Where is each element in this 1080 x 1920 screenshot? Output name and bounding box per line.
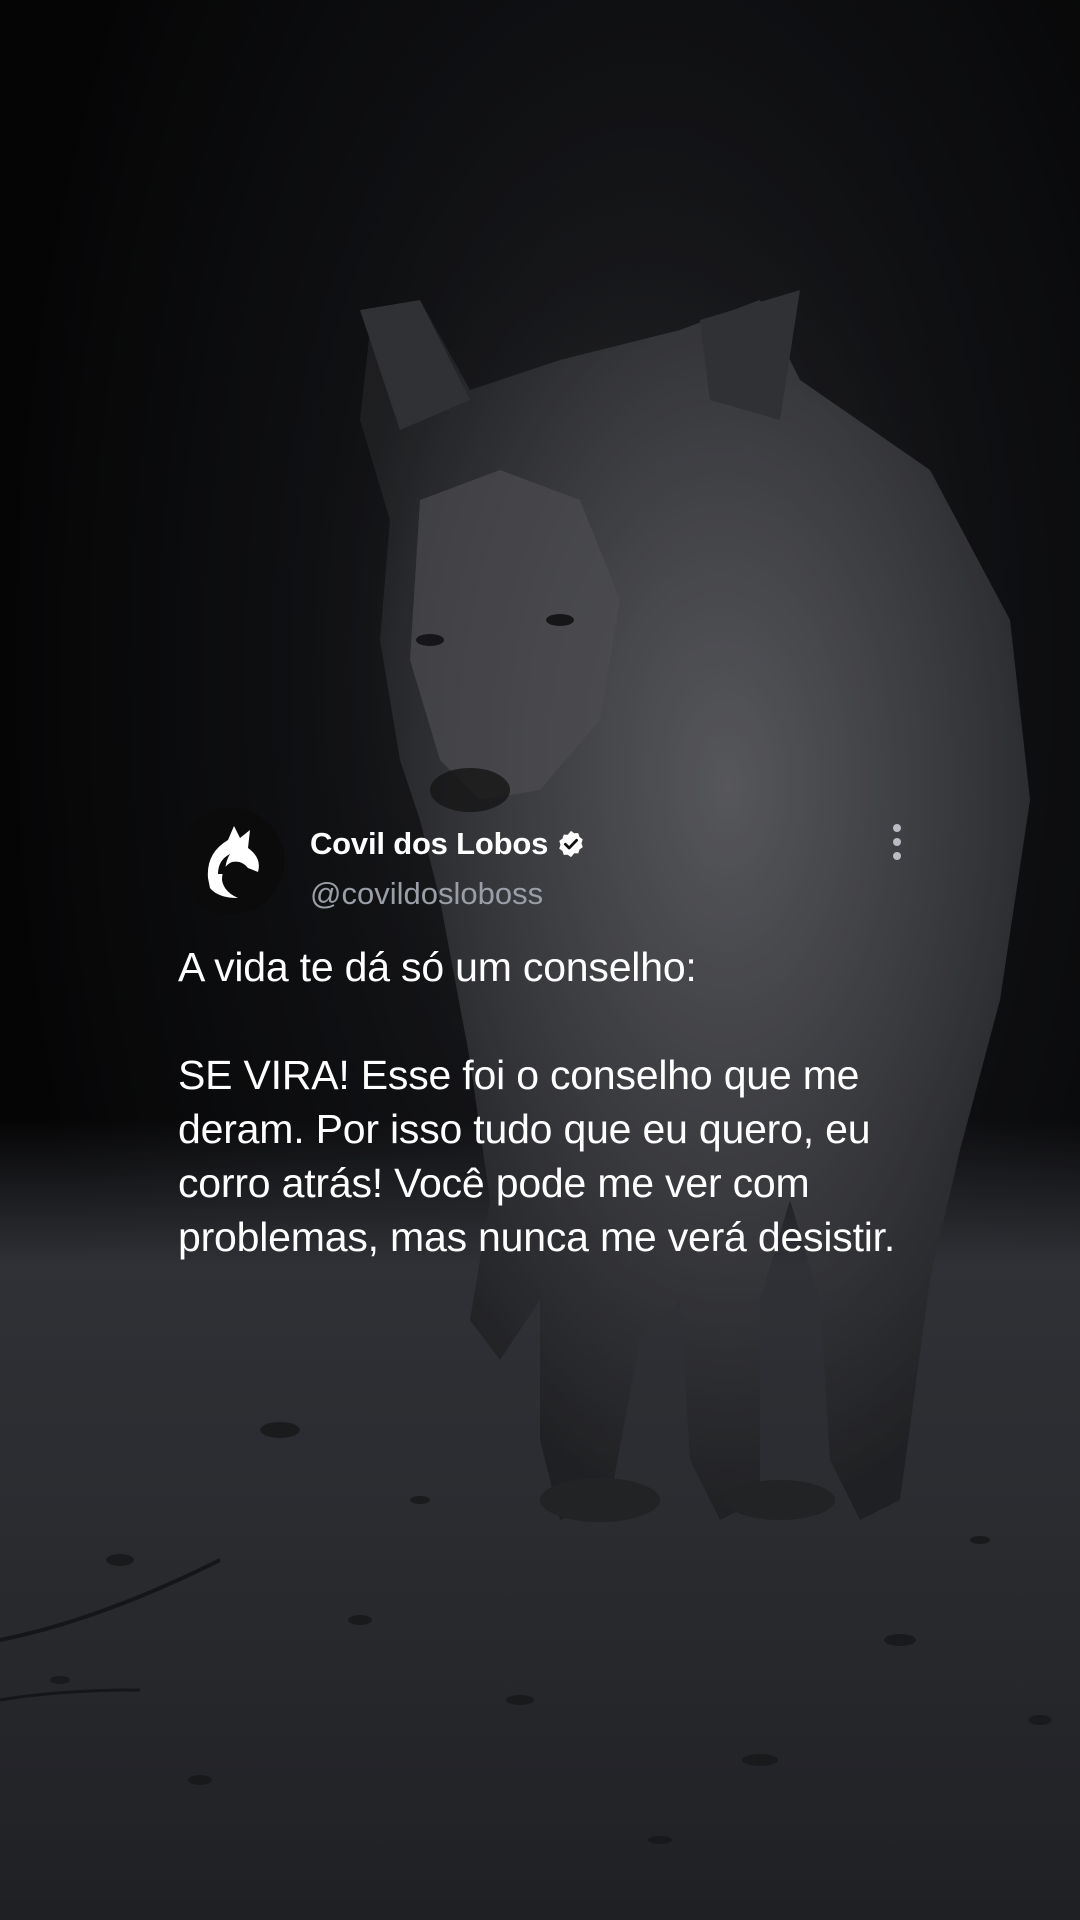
name-row: Covil dos Lobos (310, 822, 586, 866)
post-text-intro: A vida te dá só um conselho: (178, 944, 697, 990)
verified-badge-icon (556, 829, 586, 859)
display-name[interactable]: Covil dos Lobos (310, 826, 548, 862)
post-text: A vida te dá só um conselho: SE VIRA! Ess… (178, 940, 918, 1264)
more-vertical-icon[interactable] (884, 822, 910, 862)
avatar[interactable] (178, 808, 284, 914)
user-handle[interactable]: @covildosloboss (310, 876, 543, 912)
post-text-body: SE VIRA! Esse foi o conselho que me dera… (178, 1052, 896, 1260)
wolf-logo-icon (178, 808, 284, 914)
